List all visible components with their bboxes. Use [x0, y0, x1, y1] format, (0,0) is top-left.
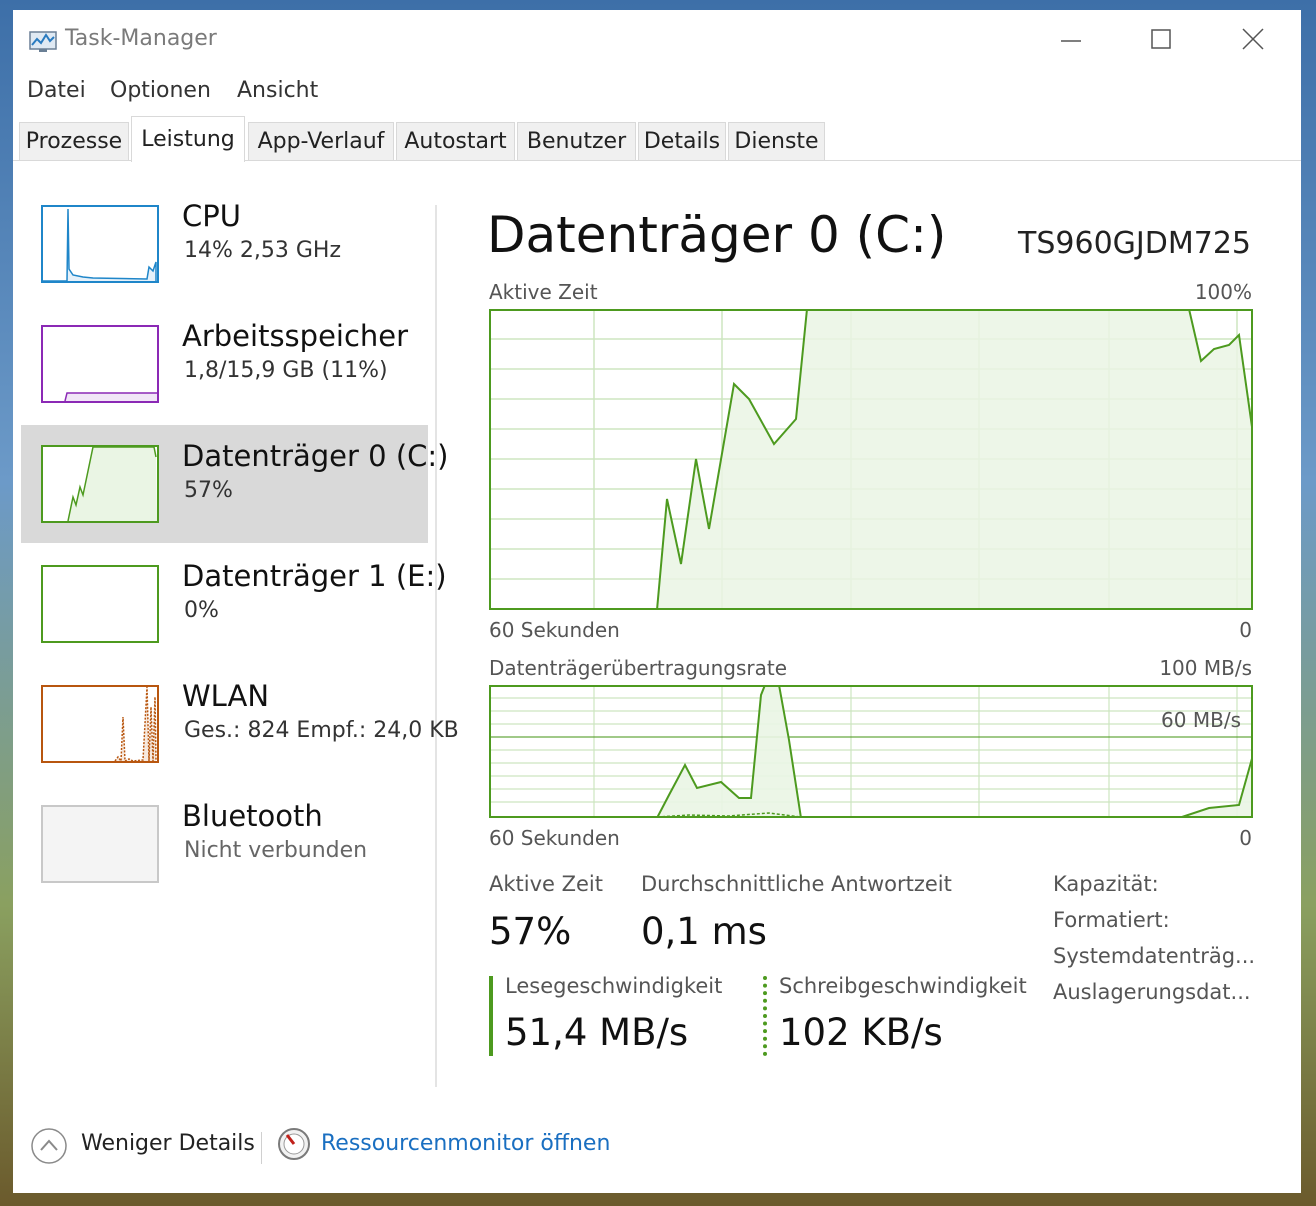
- property-system-disk-label: Systemdatenträg...: [1053, 944, 1256, 968]
- sidebar-item-memory[interactable]: Arbeitsspeicher 1,8/15,9 GB (11%): [21, 305, 428, 423]
- chevron-up-circle-icon[interactable]: [29, 1126, 69, 1170]
- sidebar-item-subtitle: Ges.: 824 Empf.: 24,0 KB: [184, 718, 459, 743]
- graph-transfer-ref: 60 MB/s: [1161, 708, 1241, 732]
- menu-optionen[interactable]: Optionen: [110, 78, 211, 103]
- sidebar-item-subtitle: Nicht verbunden: [184, 838, 368, 863]
- close-icon[interactable]: [1233, 24, 1273, 56]
- sidebar-item-subtitle: 1,8/15,9 GB (11%): [184, 358, 388, 383]
- bluetooth-thumbnail: [41, 805, 159, 883]
- minimize-icon[interactable]: [1051, 24, 1091, 56]
- tab-details[interactable]: Details: [638, 122, 726, 160]
- sidebar-item-title: Datenträger 1 (E:): [182, 559, 447, 593]
- footer-separator: [261, 1132, 262, 1164]
- read-speed-bar: [489, 976, 493, 1056]
- transfer-rate-graph: [489, 685, 1253, 818]
- sidebar-item-title: WLAN: [182, 679, 270, 713]
- stat-write-value: 102 KB/s: [779, 1011, 943, 1054]
- tab-prozesse[interactable]: Prozesse: [19, 122, 129, 160]
- resource-monitor-icon: [276, 1126, 312, 1166]
- cpu-thumbnail: [41, 205, 159, 283]
- task-manager-icon: [29, 30, 59, 54]
- wlan-thumbnail: [41, 685, 159, 763]
- footer: Weniger Details Ressourcenmonitor öffnen: [13, 1122, 1301, 1174]
- graph-active-time-x-left: 60 Sekunden: [489, 618, 620, 642]
- tab-bar: Prozesse Leistung App-Verlauf Autostart …: [13, 114, 1301, 162]
- sidebar-item-subtitle: 57%: [184, 478, 233, 503]
- sidebar-item-title: Bluetooth: [182, 799, 323, 833]
- write-speed-bar: [763, 976, 767, 1056]
- property-capacity-label: Kapazität:: [1053, 872, 1159, 896]
- tab-app-verlauf[interactable]: App-Verlauf: [248, 122, 394, 160]
- stat-response-value: 0,1 ms: [641, 910, 767, 953]
- tab-benutzer[interactable]: Benutzer: [517, 122, 636, 160]
- sidebar-item-cpu[interactable]: CPU 14% 2,53 GHz: [21, 185, 428, 303]
- graph-transfer-x-right: 0: [1239, 826, 1252, 850]
- sidebar-item-wlan[interactable]: WLAN Ges.: 824 Empf.: 24,0 KB: [21, 665, 459, 783]
- stat-read-value: 51,4 MB/s: [505, 1011, 689, 1054]
- sidebar-item-title: CPU: [182, 199, 241, 233]
- graph-transfer-max: 100 MB/s: [1159, 656, 1252, 680]
- menu-ansicht[interactable]: Ansicht: [237, 78, 318, 103]
- sidebar-item-subtitle: 14% 2,53 GHz: [184, 238, 342, 263]
- sidebar-item-disk-0[interactable]: Datenträger 0 (C:) 57%: [21, 425, 448, 543]
- active-time-graph: [489, 309, 1253, 610]
- stat-read-label: Lesegeschwindigkeit: [505, 974, 723, 998]
- title-bar[interactable]: Task-Manager: [13, 10, 1301, 70]
- graph-transfer-label: Datenträgerübertragungsrate: [489, 656, 788, 680]
- window-title: Task-Manager: [65, 26, 217, 51]
- sidebar-item-title: Datenträger 0 (C:): [182, 439, 449, 473]
- graph-active-time-x-right: 0: [1239, 618, 1252, 642]
- sidebar-item-title: Arbeitsspeicher: [182, 319, 409, 353]
- sidebar-item-bluetooth[interactable]: Bluetooth Nicht verbunden: [21, 785, 428, 903]
- less-details-button[interactable]: Weniger Details: [81, 1131, 255, 1156]
- graph-active-time-label: Aktive Zeit: [489, 280, 598, 304]
- sidebar-item-disk-1[interactable]: Datenträger 1 (E:) 0%: [21, 545, 447, 663]
- task-manager-window: Task-Manager Datei Optionen Ansicht Proz…: [13, 10, 1301, 1193]
- graph-active-time-max: 100%: [1194, 280, 1252, 304]
- sidebar-divider: [435, 205, 437, 1087]
- disk-1-thumbnail: [41, 565, 159, 643]
- sidebar-item-subtitle: 0%: [184, 598, 219, 623]
- property-page-file-label: Auslagerungsdat...: [1053, 980, 1251, 1004]
- disk-model: TS960GJDM725: [1018, 226, 1251, 261]
- memory-thumbnail: [41, 325, 159, 403]
- tab-autostart[interactable]: Autostart: [396, 122, 515, 160]
- graph-transfer-x-left: 60 Sekunden: [489, 826, 620, 850]
- stat-response-label: Durchschnittliche Antwortzeit: [641, 872, 952, 896]
- tab-dienste[interactable]: Dienste: [728, 122, 825, 160]
- tab-leistung[interactable]: Leistung: [131, 116, 245, 162]
- stat-active-time-value: 57%: [489, 910, 572, 953]
- detail-title: Datenträger 0 (C:): [487, 206, 947, 264]
- stat-write-label: Schreibgeschwindigkeit: [779, 974, 1027, 998]
- disk-0-thumbnail: [41, 445, 159, 523]
- menu-datei[interactable]: Datei: [27, 78, 86, 103]
- stat-active-time-label: Aktive Zeit: [489, 872, 603, 896]
- maximize-icon[interactable]: [1141, 24, 1181, 56]
- property-formatted-label: Formatiert:: [1053, 908, 1170, 932]
- resource-monitor-link[interactable]: Ressourcenmonitor öffnen: [321, 1131, 610, 1156]
